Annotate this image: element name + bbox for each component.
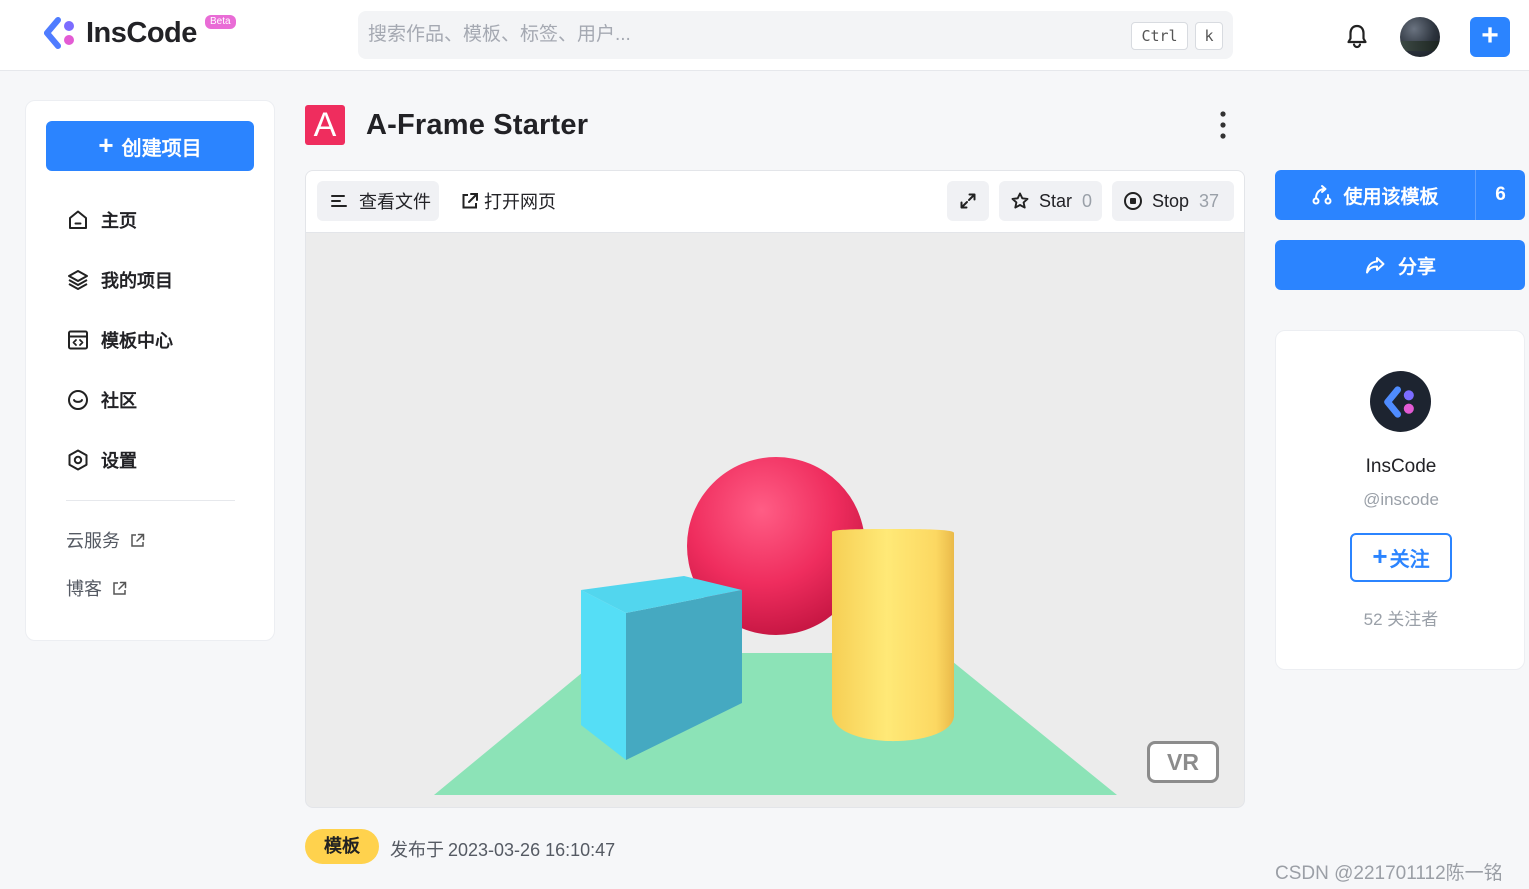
sidebar-item-home[interactable]: 主页	[66, 205, 137, 235]
author-handle: @inscode	[1363, 490, 1439, 509]
community-icon	[68, 390, 88, 410]
template-icon	[68, 330, 88, 350]
use-template-count: 6	[1495, 184, 1506, 205]
fullscreen-button[interactable]	[947, 181, 989, 221]
plus-icon: +	[1481, 19, 1499, 52]
author-card: InsCode @inscode + 关注 52 关注者	[1275, 330, 1525, 670]
sidebar-divider	[66, 500, 235, 501]
stop-icon	[1124, 192, 1142, 210]
aframe-scene[interactable]	[306, 233, 1245, 808]
more-menu-icon[interactable]	[1212, 110, 1234, 140]
cloud-service-label: 云服务	[66, 531, 120, 551]
vr-button[interactable]: VR	[1147, 741, 1219, 783]
sidebar-item-community[interactable]: 社区	[66, 385, 137, 415]
shortcut-ctrl: Ctrl	[1131, 22, 1188, 50]
author-avatar[interactable]	[1370, 371, 1431, 432]
view-files-button[interactable]: 查看文件	[317, 181, 439, 221]
project-title: A-Frame Starter	[366, 109, 589, 141]
create-project-label: 创建项目	[121, 137, 202, 160]
star-button[interactable]: Star 0	[999, 181, 1102, 221]
sidebar: + 创建项目 主页 我的项目 模板中心 社区 设置 云服务 博客	[25, 100, 275, 641]
stop-button[interactable]: Stop 37	[1112, 181, 1234, 221]
ground-plane	[434, 653, 1117, 795]
sidebar-item-label: 设置	[101, 451, 137, 471]
project-icon: A	[305, 105, 345, 145]
cloud-service-link[interactable]: 云服务	[66, 528, 146, 552]
inscode-logo-icon	[44, 17, 74, 49]
logo-text: InsCode	[86, 16, 197, 49]
cylinder	[832, 529, 954, 742]
plus-icon: +	[1372, 541, 1388, 571]
star-icon	[1011, 192, 1029, 209]
author-name[interactable]: InsCode	[1276, 456, 1526, 478]
user-avatar[interactable]	[1400, 17, 1440, 57]
published-time: 2023-03-26 16:10:47	[448, 840, 616, 860]
beta-badge: Beta	[205, 15, 236, 29]
shortcut-k: k	[1195, 22, 1223, 50]
fork-icon	[1312, 185, 1332, 205]
sidebar-item-label: 模板中心	[101, 331, 173, 351]
open-page-button[interactable]: 打开网页	[458, 181, 568, 221]
star-label: Star	[1039, 190, 1073, 211]
top-bar: InsCode Beta Ctrl k +	[0, 0, 1529, 71]
share-label: 分享	[1397, 256, 1436, 278]
sidebar-item-label: 社区	[101, 391, 137, 411]
stop-count: 37	[1199, 190, 1220, 211]
use-template-button[interactable]: 使用该模板 6	[1275, 170, 1525, 220]
sidebar-item-templates[interactable]: 模板中心	[66, 325, 173, 355]
use-template-label: 使用该模板	[1343, 186, 1439, 208]
sidebar-item-label: 我的项目	[101, 271, 173, 291]
inscode-logo[interactable]: InsCode Beta	[44, 15, 236, 50]
sidebar-item-label: 主页	[101, 211, 137, 231]
preview-toolbar: 查看文件 打开网页 Star 0 Stop 37	[306, 171, 1244, 233]
settings-icon	[68, 449, 88, 471]
stop-label: Stop	[1152, 190, 1190, 211]
followers-count: 52 关注者	[1363, 610, 1439, 629]
external-link-icon	[462, 193, 478, 209]
new-plus-button[interactable]: +	[1470, 17, 1510, 57]
external-link-icon	[131, 533, 145, 547]
external-link-icon	[113, 581, 127, 595]
sidebar-item-my-projects[interactable]: 我的项目	[66, 265, 173, 295]
project-preview: 查看文件 打开网页 Star 0 Stop 37 VR	[305, 170, 1245, 808]
plus-icon: +	[98, 130, 114, 160]
inscode-logo-icon	[1383, 385, 1414, 418]
star-count: 0	[1082, 190, 1093, 211]
published-info: 发布于 2023-03-26 16:10:47	[390, 836, 615, 862]
open-page-label: 打开网页	[484, 192, 556, 212]
follow-button[interactable]: + 关注	[1350, 533, 1452, 582]
search-input[interactable]	[368, 11, 1108, 59]
published-label: 发布于	[390, 840, 444, 860]
use-template-main[interactable]: 使用该模板	[1275, 170, 1475, 220]
blog-label: 博客	[66, 579, 102, 599]
blog-link[interactable]: 博客	[66, 576, 128, 600]
view-files-label: 查看文件	[359, 192, 431, 212]
create-project-button[interactable]: + 创建项目	[46, 121, 254, 171]
bell-icon[interactable]	[1343, 22, 1371, 50]
sidebar-item-settings[interactable]: 设置	[66, 445, 137, 475]
watermark: CSDN @221701112陈一铭	[1275, 863, 1503, 884]
search-bar[interactable]: Ctrl k	[358, 11, 1233, 59]
layers-icon	[68, 270, 88, 290]
share-icon	[1365, 257, 1385, 274]
template-tag[interactable]: 模板	[305, 829, 379, 864]
expand-icon	[960, 193, 976, 209]
file-list-icon	[331, 195, 347, 207]
share-button[interactable]: 分享	[1275, 240, 1525, 290]
follow-label: 关注	[1389, 549, 1430, 571]
home-icon	[69, 210, 87, 229]
